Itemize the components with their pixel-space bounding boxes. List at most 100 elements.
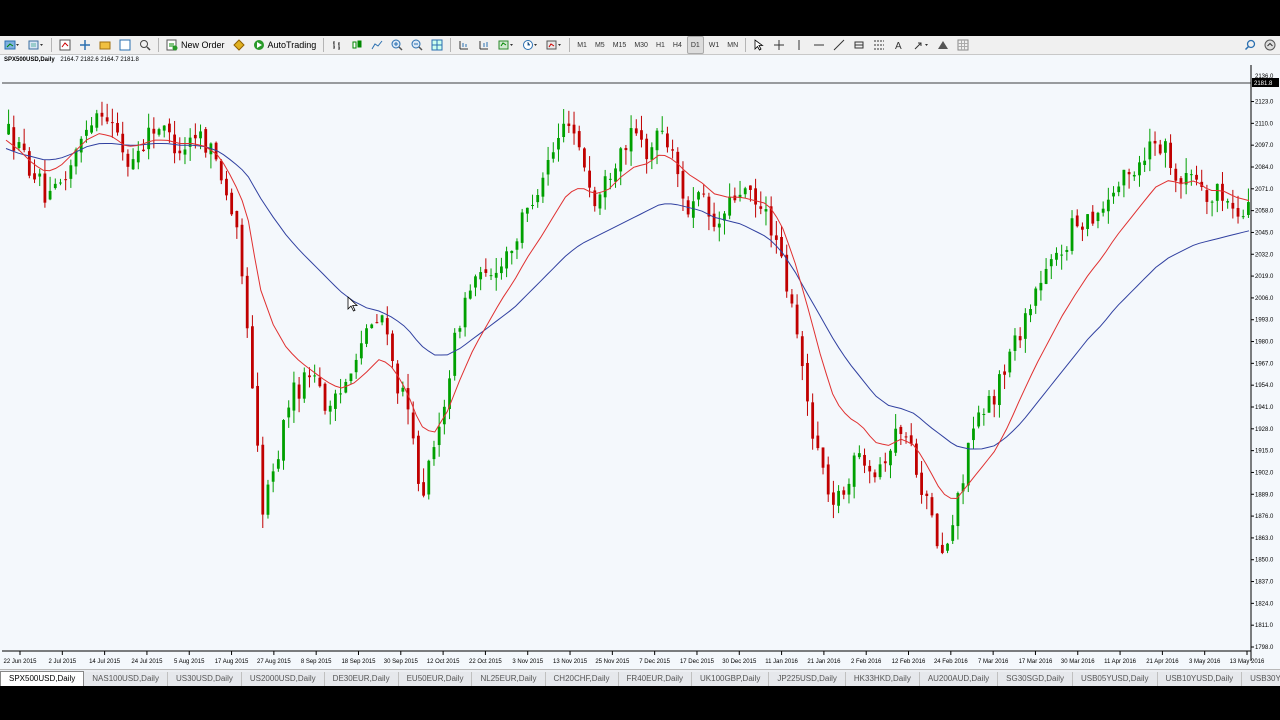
- arrows-tool-button[interactable]: [910, 37, 932, 53]
- price-tick-label: 2045.0: [1255, 230, 1274, 236]
- channel-tool-button[interactable]: [850, 37, 868, 53]
- period-mn-button[interactable]: MN: [724, 37, 741, 53]
- text-a-icon: A: [895, 41, 902, 51]
- candle-body: [266, 484, 270, 515]
- text-tool-button[interactable]: A: [890, 37, 908, 53]
- cursor-tool-button[interactable]: [750, 37, 768, 53]
- period-m30-button[interactable]: M30: [631, 37, 651, 53]
- price-chart[interactable]: 2181.82136.0 2123.0 2110.0 2097.0 2084.0 2071…: [0, 55, 1280, 669]
- new-chart-button[interactable]: [1, 37, 23, 53]
- strategy-tester-button[interactable]: [136, 37, 154, 53]
- chart-tab[interactable]: HK33HKD,Daily: [845, 672, 920, 686]
- crosshair-tool-button[interactable]: [770, 37, 788, 53]
- candle-body: [168, 123, 171, 133]
- chart-tab[interactable]: SG30SGD,Daily: [998, 672, 1073, 686]
- autotrading-button[interactable]: AutoTrading: [250, 37, 320, 53]
- chart-tab[interactable]: CH20CHF,Daily: [545, 672, 619, 686]
- fibonacci-tool-button[interactable]: [870, 37, 888, 53]
- metaeditor-button[interactable]: [230, 37, 248, 53]
- navigator-button[interactable]: [96, 37, 114, 53]
- candle-body: [484, 269, 488, 273]
- moving-average-fast: [5, 133, 1250, 500]
- period-h4-button[interactable]: H4: [670, 37, 685, 53]
- templates-button[interactable]: [543, 37, 565, 53]
- price-tick-label: 2084.0: [1255, 165, 1274, 171]
- candle-body: [728, 196, 732, 216]
- candle-body: [1008, 351, 1012, 373]
- toolbar: New Order AutoTrading M1 M5 M15 M30 H1 H…: [0, 36, 1280, 55]
- zoom-in-button[interactable]: [388, 37, 406, 53]
- chart-tab[interactable]: AU200AUD,Daily: [919, 672, 999, 686]
- chart-tab[interactable]: FR40EUR,Daily: [618, 672, 692, 686]
- time-tick-label: 27 Aug 2015: [257, 659, 291, 665]
- candle-body: [396, 363, 400, 394]
- zoom-in-icon: [391, 39, 403, 51]
- current-price-label: 2181.8: [1254, 81, 1273, 87]
- chart-tab[interactable]: US2000USD,Daily: [241, 672, 325, 686]
- candle-body: [251, 326, 254, 389]
- time-tick-label: 30 Sep 2015: [384, 659, 419, 665]
- chart-tab[interactable]: JP225USD,Daily: [769, 672, 846, 686]
- candle-body: [717, 223, 721, 228]
- chart-tab[interactable]: US30USD,Daily: [167, 672, 242, 686]
- period-m15-button[interactable]: M15: [610, 37, 630, 53]
- terminal-button[interactable]: [116, 37, 134, 53]
- candle-body: [800, 336, 804, 367]
- chart-tab[interactable]: NAS100USD,Daily: [84, 672, 168, 686]
- candle-body: [313, 375, 317, 377]
- period-m5-button[interactable]: M5: [592, 37, 608, 53]
- candle-body: [1226, 201, 1230, 203]
- search-button[interactable]: [1241, 37, 1259, 53]
- candle-body: [878, 464, 882, 478]
- candle-body: [136, 150, 140, 163]
- time-tick-label: 30 Dec 2015: [722, 659, 757, 665]
- chart-tab[interactable]: EU50EUR,Daily: [398, 672, 473, 686]
- period-m1-button[interactable]: M1: [574, 37, 590, 53]
- zoom-out-icon: [411, 39, 423, 51]
- auto-scroll-button[interactable]: [475, 37, 493, 53]
- periodicity-button[interactable]: [519, 37, 541, 53]
- chart-window[interactable]: 2181.8 2136.0 2123.0 2110.0 2097.0 2084.0 2071…: [0, 55, 1280, 669]
- candle-body: [7, 123, 10, 135]
- time-tick-label: 18 Sep 2015: [341, 659, 376, 665]
- time-tick-label: 3 Nov 2015: [512, 659, 543, 665]
- candle-body: [1101, 208, 1105, 213]
- candle-body: [754, 188, 757, 205]
- price-tick-label: 1980.0: [1255, 340, 1274, 346]
- candle-body: [982, 413, 986, 415]
- window-top-border: [0, 0, 1280, 36]
- shapes-tool-button[interactable]: [934, 37, 952, 53]
- price-tick-label: 1824.0: [1255, 601, 1274, 607]
- period-d1-button[interactable]: D1: [686, 36, 704, 54]
- data-window-button[interactable]: [76, 37, 94, 53]
- time-tick-label: 14 Jul 2015: [89, 659, 121, 665]
- profiles-button[interactable]: [25, 37, 47, 53]
- community-button[interactable]: [1261, 37, 1279, 53]
- chart-tab[interactable]: USB10YUSD,Daily: [1157, 672, 1243, 686]
- period-w1-button[interactable]: W1: [706, 37, 723, 53]
- indicators-button[interactable]: [495, 37, 517, 53]
- vertical-line-tool-button[interactable]: [790, 37, 808, 53]
- line-chart-button[interactable]: [368, 37, 386, 53]
- new-order-button[interactable]: New Order: [163, 37, 228, 53]
- candle-body: [64, 179, 68, 181]
- chart-tab[interactable]: NL25EUR,Daily: [472, 672, 546, 686]
- chart-tab[interactable]: DE30EUR,Daily: [324, 672, 399, 686]
- grid-toggle-button[interactable]: [954, 37, 972, 53]
- chart-shift-button[interactable]: [455, 37, 473, 53]
- period-h1-button[interactable]: H1: [653, 37, 668, 53]
- bar-chart-button[interactable]: [328, 37, 346, 53]
- zoom-out-button[interactable]: [408, 37, 426, 53]
- chart-tab[interactable]: USB30YUSD,Daily: [1242, 672, 1280, 686]
- chart-tab[interactable]: UK100GBP,Daily: [692, 672, 770, 686]
- trendline-tool-button[interactable]: [830, 37, 848, 53]
- autotrading-icon: [253, 40, 264, 50]
- market-watch-button[interactable]: [56, 37, 74, 53]
- tile-windows-button[interactable]: [428, 37, 446, 53]
- horizontal-line-tool-button[interactable]: [810, 37, 828, 53]
- chart-tab[interactable]: USB05YUSD,Daily: [1072, 672, 1158, 686]
- chart-tab[interactable]: SPX500USD,Daily: [0, 671, 85, 686]
- toolbar-separator: [158, 38, 159, 52]
- candlestick-button[interactable]: [348, 37, 366, 53]
- time-tick-label: 24 Jul 2015: [131, 659, 163, 665]
